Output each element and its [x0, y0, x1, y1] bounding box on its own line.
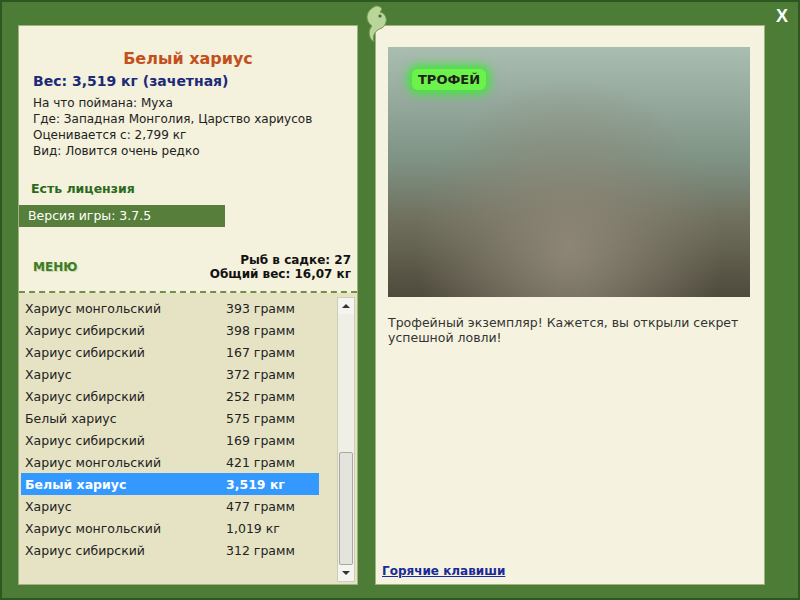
fish-detail: Вид: Ловится очень редко: [33, 143, 357, 159]
fish-details: Белый хариусВес: 3,519 кг (зачетная) На ч…: [19, 26, 357, 293]
scrollbar[interactable]: [337, 297, 355, 582]
cage-count: Рыб в садке: 27: [210, 253, 351, 267]
catch-row[interactable]: Хариус монгольский393 грамм: [21, 297, 319, 319]
fish-detail: Где: Западная Монголия, Царство хариусов: [33, 111, 357, 127]
fish-info-panel: Белый хариусВес: 3,519 кг (зачетная) На ч…: [18, 25, 358, 585]
menu-button[interactable]: МЕНЮ: [33, 260, 77, 274]
catch-row[interactable]: Хариус монгольский1,019 кг: [21, 517, 319, 539]
fish-logo-icon: [358, 4, 394, 44]
catch-row[interactable]: Хариус сибирский252 грамм: [21, 385, 319, 407]
scroll-down-button[interactable]: [338, 565, 354, 581]
fish-detail-list: На что поймана: МухаГде: Западная Монгол…: [19, 95, 357, 159]
menu-row: МЕНЮ Рыб в садке: 27Общий вес: 16,07 кг: [19, 253, 357, 281]
trophy-panel: ТРОФЕЙ Трофейный экземпляр! Кажется, вы о…: [375, 25, 765, 585]
scroll-thumb[interactable]: [339, 452, 353, 565]
cage-total: Общий вес: 16,07 кг: [210, 267, 351, 281]
catch-row[interactable]: Хариус сибирский167 грамм: [21, 341, 319, 363]
catch-row[interactable]: Хариус сибирский312 грамм: [21, 539, 319, 561]
catch-row[interactable]: Хариус сибирский169 грамм: [21, 429, 319, 451]
trophy-message: Трофейный экземпляр! Кажется, вы открыли…: [388, 315, 764, 345]
scroll-track[interactable]: [338, 314, 354, 565]
catch-list: Хариус монгольский393 граммХариус сибирс…: [19, 293, 357, 584]
fish-detail: Оценивается с: 2,799 кг: [33, 127, 357, 143]
fish-photo: ТРОФЕЙ: [388, 47, 750, 297]
hotkeys-link[interactable]: Горячие клавиши: [382, 564, 764, 578]
catch-row[interactable]: Хариус372 грамм: [21, 363, 319, 385]
catch-row[interactable]: Белый хариус575 грамм: [21, 407, 319, 429]
catch-row[interactable]: Хариус сибирский398 грамм: [21, 319, 319, 341]
catch-row[interactable]: Белый хариус3,519 кг: [21, 473, 319, 495]
license-label: Есть лицензия: [19, 181, 357, 197]
scroll-up-button[interactable]: [338, 298, 354, 314]
version-bar: Версия игры: 3.7.5: [19, 205, 225, 227]
close-button[interactable]: X: [776, 6, 788, 27]
game-window: X Белый хариусВес: 3,519 кг (зачетная) На …: [0, 0, 800, 600]
catch-row[interactable]: Хариус монгольский421 грамм: [21, 451, 319, 473]
catch-row[interactable]: Хариус477 грамм: [21, 495, 319, 517]
fish-weight: Вес: 3,519 кг (зачетная): [19, 71, 357, 91]
cage-summary: Рыб в садке: 27Общий вес: 16,07 кг: [210, 253, 351, 281]
fish-title: Белый хариус: [19, 47, 357, 71]
fish-detail: На что поймана: Муха: [33, 95, 357, 111]
trophy-badge: ТРОФЕЙ: [412, 69, 486, 90]
